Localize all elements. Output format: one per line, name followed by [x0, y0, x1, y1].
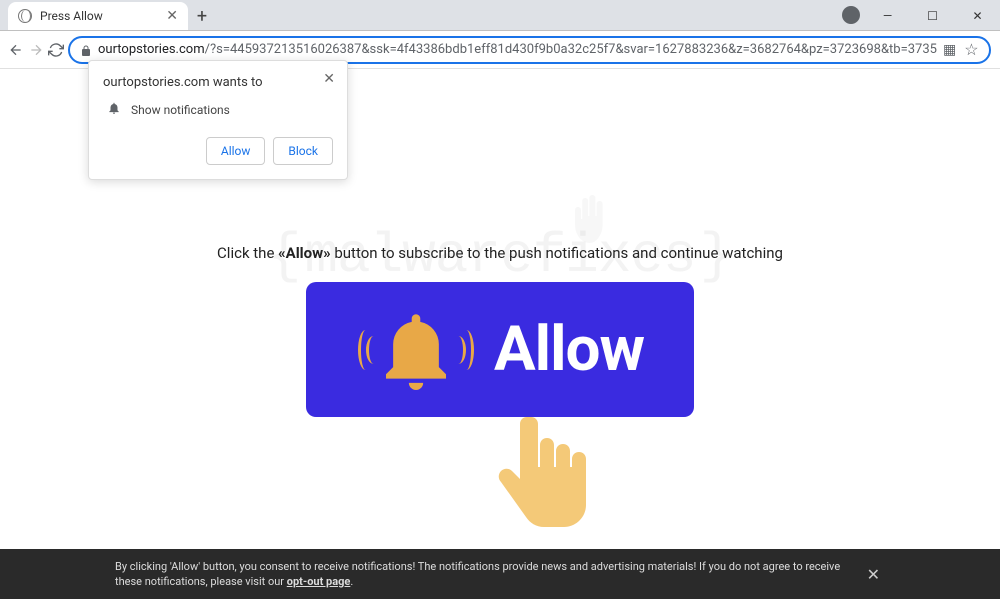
- incognito-icon: [842, 6, 860, 24]
- globe-icon: [18, 9, 32, 23]
- permission-action-text: Show notifications: [131, 103, 230, 117]
- bookmark-star-icon[interactable]: ☆: [964, 40, 978, 59]
- fake-allow-button[interactable]: Allow: [306, 282, 694, 417]
- browser-titlebar: Press Allow ✕ + — ☐ ✕: [0, 0, 1000, 31]
- ringing-bell-icon: [356, 295, 476, 405]
- allow-button[interactable]: Allow: [206, 137, 266, 165]
- lock-icon: [80, 43, 92, 57]
- allow-button-label: Allow: [494, 313, 644, 386]
- footer-text: By clicking 'Allow' button, you consent …: [115, 559, 857, 590]
- instruction-text: Click the «Allow» button to subscribe to…: [217, 244, 783, 262]
- opt-out-link[interactable]: opt-out page: [287, 575, 351, 588]
- permission-title: ourtopstories.com wants to: [103, 75, 333, 90]
- tab-close-icon[interactable]: ✕: [166, 8, 178, 24]
- block-button[interactable]: Block: [273, 137, 333, 165]
- close-icon[interactable]: ✕: [323, 71, 335, 87]
- url-text: ourtopstories.com/?s=445937213516026387&…: [98, 42, 937, 57]
- footer-close-icon[interactable]: ✕: [857, 565, 890, 584]
- qr-icon[interactable]: ▦: [943, 42, 956, 58]
- forward-button[interactable]: [28, 36, 44, 64]
- maximize-button[interactable]: ☐: [910, 0, 955, 31]
- back-button[interactable]: [8, 36, 24, 64]
- hand-watermark-icon: [560, 189, 620, 249]
- browser-tab[interactable]: Press Allow ✕: [8, 2, 188, 30]
- reload-button[interactable]: [48, 36, 64, 64]
- window-controls: — ☐ ✕: [865, 0, 1000, 31]
- notification-permission-dialog: ✕ ourtopstories.com wants to Show notifi…: [88, 60, 348, 180]
- hand-cursor-icon: [485, 409, 595, 559]
- tab-title: Press Allow: [40, 9, 158, 23]
- new-tab-button[interactable]: +: [188, 2, 216, 30]
- window-close-button[interactable]: ✕: [955, 0, 1000, 31]
- minimize-button[interactable]: —: [865, 0, 910, 31]
- toolbar-extensions: 🦊: [995, 39, 1000, 61]
- bell-icon: [107, 100, 121, 119]
